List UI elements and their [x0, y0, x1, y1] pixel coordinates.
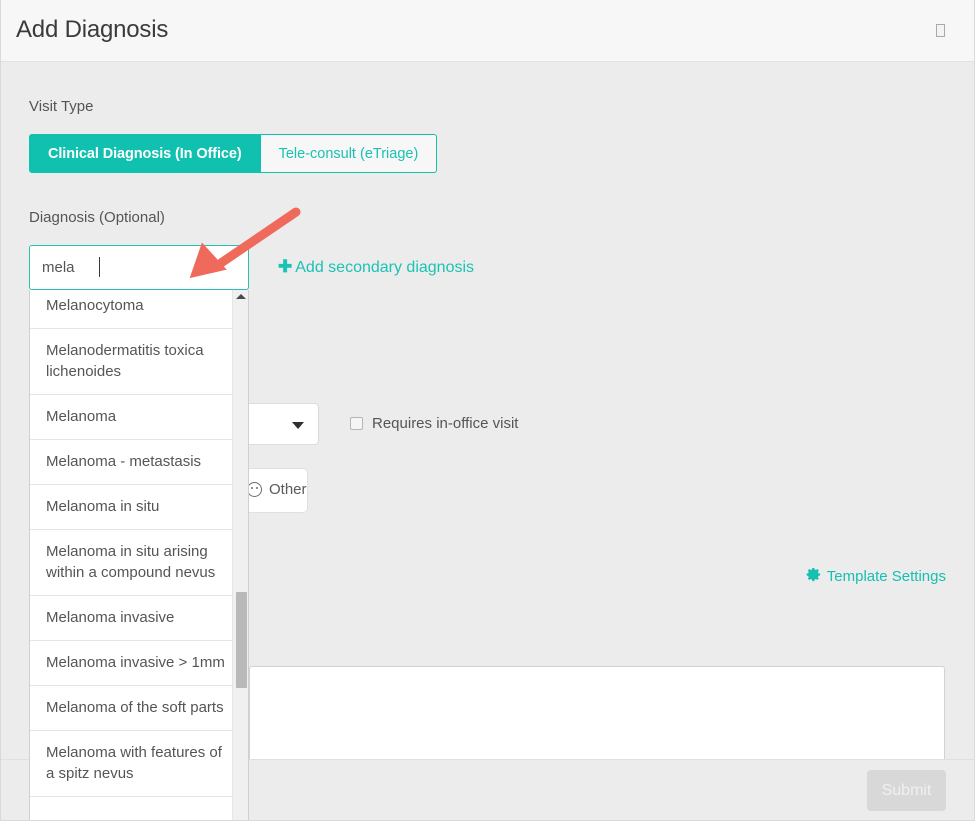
- template-settings-label: Template Settings: [826, 568, 946, 585]
- visit-type-option-clinical[interactable]: Clinical Diagnosis (In Office): [29, 134, 261, 173]
- autocomplete-item[interactable]: Melanocytoma: [30, 290, 234, 329]
- template-settings-button[interactable]: Template Settings: [806, 567, 946, 586]
- visit-type-option-teleconsult[interactable]: Tele-consult (eTriage): [260, 134, 438, 173]
- add-diagnosis-modal: Add Diagnosis Visit Type Clinical Diagno…: [0, 0, 975, 821]
- text-cursor: [99, 257, 100, 277]
- diagnosis-label: Diagnosis (Optional): [29, 209, 165, 226]
- plus-icon: ✚: [278, 257, 293, 276]
- autocomplete-item[interactable]: Melanoma in situ: [30, 485, 234, 530]
- smiley-face-icon: [247, 482, 262, 497]
- autocomplete-item[interactable]: Melanodermatitis toxica lichenoides: [30, 329, 234, 395]
- other-button-inner: Other: [247, 481, 307, 498]
- visit-type-label: Visit Type: [29, 98, 94, 115]
- autocomplete-item[interactable]: Melanoma invasive > 1mm: [30, 641, 234, 686]
- diagnosis-input[interactable]: [29, 245, 249, 290]
- modal-header: Add Diagnosis: [1, 0, 974, 62]
- diagnosis-autocomplete-dropdown[interactable]: Melanocytoma Melanodermatitis toxica lich…: [29, 290, 249, 820]
- scrollbar-thumb[interactable]: [236, 592, 247, 688]
- autocomplete-item[interactable]: Melanoma invasive: [30, 596, 234, 641]
- scroll-up-arrow-icon[interactable]: [236, 294, 246, 299]
- add-secondary-diagnosis-label: Add secondary diagnosis: [295, 259, 475, 276]
- diagnosis-input-wrap: [29, 245, 249, 290]
- autocomplete-scrollbar[interactable]: [232, 290, 248, 820]
- chevron-down-icon: [292, 422, 304, 429]
- autocomplete-item[interactable]: Melanoma with features of a spitz nevus: [30, 731, 234, 797]
- autocomplete-item[interactable]: Melanoma of the soft parts: [30, 686, 234, 731]
- autocomplete-item[interactable]: Melanoma - metastasis: [30, 440, 234, 485]
- other-button-label: Other: [269, 481, 307, 498]
- autocomplete-item[interactable]: Melanoma in situ arising within a compou…: [30, 530, 234, 596]
- add-secondary-diagnosis-button[interactable]: ✚ Add secondary diagnosis: [278, 257, 474, 277]
- autocomplete-item[interactable]: Melanoma: [30, 395, 234, 440]
- close-glyph: [935, 23, 945, 37]
- modal-body: Visit Type Clinical Diagnosis (In Office…: [1, 62, 974, 820]
- requires-in-office-visit-row[interactable]: Requires in-office visit: [350, 415, 518, 432]
- requires-in-office-visit-checkbox[interactable]: [350, 417, 363, 430]
- close-icon[interactable]: [932, 20, 948, 40]
- autocomplete-list: Melanocytoma Melanodermatitis toxica lich…: [30, 290, 234, 797]
- page-title: Add Diagnosis: [16, 16, 169, 43]
- visit-type-toggle-group: Clinical Diagnosis (In Office) Tele-cons…: [29, 134, 438, 173]
- requires-in-office-visit-label: Requires in-office visit: [372, 415, 519, 432]
- gear-icon: [806, 567, 821, 586]
- submit-button[interactable]: Submit: [867, 770, 946, 811]
